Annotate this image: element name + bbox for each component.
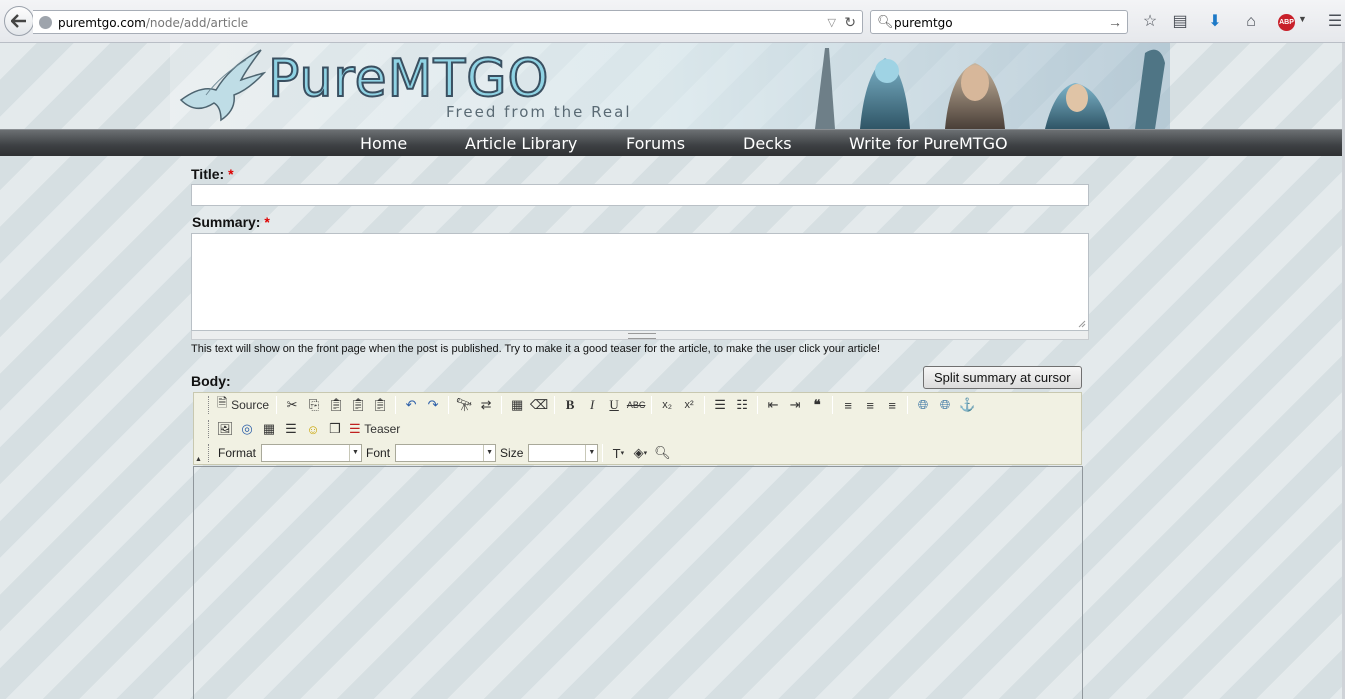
title-label: Title: * <box>191 166 234 182</box>
font-select[interactable]: ▼ <box>395 444 497 462</box>
toolbar-row-2: 🖼︎ ◎ ▦ ☰ ☺ ❒ ☰ Teaser <box>208 418 403 440</box>
size-select[interactable]: ▼ <box>528 444 599 462</box>
body-label: Body: <box>191 373 231 389</box>
align-left-icon[interactable]: ≡ <box>837 395 859 415</box>
url-history-dropdown-icon[interactable]: ▽ <box>828 16 836 29</box>
pegasus-logo-icon <box>179 49 266 122</box>
bookmark-star-icon[interactable]: ☆ <box>1139 11 1161 33</box>
search-go-icon[interactable]: → <box>1108 14 1122 30</box>
align-center-icon[interactable]: ≡ <box>859 395 881 415</box>
horizontal-rule-icon[interactable]: ☰ <box>280 419 302 439</box>
nav-item-forums[interactable]: Forums <box>626 134 685 153</box>
teaser-button[interactable]: ☰ Teaser <box>346 419 403 439</box>
resize-grip-icon[interactable] <box>1078 320 1086 328</box>
bold-button[interactable]: B <box>559 395 581 415</box>
font-label: Font <box>366 446 391 460</box>
reload-icon[interactable]: ↻ <box>844 14 856 31</box>
source-button[interactable]: 🗎 Source <box>214 395 272 415</box>
adblock-icon[interactable]: ABP <box>1278 14 1295 31</box>
chevron-down-icon: ▼ <box>483 445 495 461</box>
summary-help-text: This text will show on the front page wh… <box>191 343 881 355</box>
site-logo-text[interactable]: PureMTGO <box>267 48 549 110</box>
globe-icon <box>39 16 52 29</box>
search-bar[interactable]: 🔍︎ puremtgo → <box>870 10 1128 34</box>
replace-icon[interactable]: ⇄ <box>475 395 497 415</box>
back-arrow-icon <box>11 14 26 28</box>
toolbar-row-1: 🗎 Source ✂ ⎘ 📋︎ 📋︎ 📋︎ ↶ ↷ 🔭︎ ⇄ ▦ ⌫ B I U… <box>208 394 978 416</box>
italic-button[interactable]: I <box>581 395 603 415</box>
blockquote-icon[interactable]: ❝ <box>806 395 828 415</box>
source-icon: 🗎 <box>217 395 232 410</box>
bulleted-list-icon[interactable]: ☷ <box>731 395 753 415</box>
nav-item-write-for-puremtgo[interactable]: Write for PureMTGO <box>849 134 1008 153</box>
text-color-icon[interactable]: T ▾ <box>607 443 629 463</box>
search-input[interactable]: puremtgo <box>894 16 953 30</box>
paste-icon[interactable]: 📋︎ <box>325 395 347 415</box>
special-char-icon[interactable]: ❒ <box>324 419 346 439</box>
reading-list-icon[interactable]: ▤ <box>1169 11 1191 33</box>
chevron-down-icon: ▼ <box>585 445 597 461</box>
anchor-icon[interactable]: ⚓ <box>956 395 978 415</box>
link-icon[interactable]: 🌐︎ <box>912 395 934 415</box>
address-bar[interactable]: puremtgo.com/node/add/article ▽ ↻ <box>33 10 863 34</box>
copy-icon[interactable]: ⎘ <box>303 395 325 415</box>
summary-textarea[interactable] <box>191 233 1089 331</box>
required-mark: * <box>264 214 270 230</box>
redo-icon[interactable]: ↷ <box>422 395 444 415</box>
align-right-icon[interactable]: ≡ <box>881 395 903 415</box>
preview-icon[interactable]: 🔍︎ <box>651 443 673 463</box>
title-input[interactable] <box>191 184 1089 206</box>
adblock-dropdown-icon[interactable]: ▼ <box>1298 14 1307 24</box>
summary-label: Summary: * <box>192 214 270 230</box>
underline-button[interactable]: U <box>603 395 625 415</box>
outdent-icon[interactable]: ⇤ <box>762 395 784 415</box>
select-all-icon[interactable]: ▦ <box>506 395 528 415</box>
site-banner: PureMTGO Freed from the Real <box>0 43 1342 129</box>
strikethrough-button[interactable]: ABC <box>625 395 647 415</box>
size-label: Size <box>500 446 524 460</box>
numbered-list-icon[interactable]: ☰ <box>709 395 731 415</box>
editor-toolbar: 🗎 Source ✂ ⎘ 📋︎ 📋︎ 📋︎ ↶ ↷ 🔭︎ ⇄ ▦ ⌫ B I U… <box>193 392 1082 465</box>
chevron-down-icon: ▼ <box>349 445 361 461</box>
flash-icon[interactable]: ◎ <box>236 419 258 439</box>
teaser-icon: ☰ <box>349 421 365 436</box>
paste-word-icon[interactable]: 📋︎ <box>369 395 391 415</box>
url-text: puremtgo.com/node/add/article <box>58 16 249 30</box>
indent-icon[interactable]: ⇥ <box>784 395 806 415</box>
background-color-icon[interactable]: ◈ ▾ <box>629 443 651 463</box>
nav-item-decks[interactable]: Decks <box>743 134 792 153</box>
smiley-icon[interactable]: ☺ <box>302 419 324 439</box>
find-icon[interactable]: 🔭︎ <box>453 395 475 415</box>
body-editor-area[interactable] <box>193 466 1083 699</box>
format-label: Format <box>218 446 257 460</box>
summary-resize-handle[interactable] <box>191 331 1089 340</box>
split-summary-button[interactable]: Split summary at cursor <box>923 366 1082 389</box>
site-tagline: Freed from the Real <box>446 103 632 121</box>
remove-format-icon[interactable]: ⌫ <box>528 395 550 415</box>
format-select[interactable]: ▼ <box>261 444 363 462</box>
downloads-icon[interactable]: ⬇ <box>1204 11 1226 33</box>
superscript-button[interactable]: x² <box>678 395 700 415</box>
toolbar-row-3: Format ▼ Font ▼ Size ▼ T ▾ ◈ ▾ 🔍︎ <box>208 442 673 464</box>
home-icon[interactable]: ⌂ <box>1240 11 1262 33</box>
paste-text-icon[interactable]: 📋︎ <box>347 395 369 415</box>
collapse-toolbar-icon[interactable]: ▲ <box>195 456 202 463</box>
cut-icon[interactable]: ✂ <box>281 395 303 415</box>
required-mark: * <box>228 166 234 182</box>
search-icon: 🔍︎ <box>877 14 894 29</box>
unlink-icon[interactable]: 🌐︎ <box>934 395 956 415</box>
undo-icon[interactable]: ↶ <box>400 395 422 415</box>
back-button[interactable] <box>4 6 34 36</box>
menu-icon[interactable]: ☰ <box>1324 11 1345 33</box>
nav-item-home[interactable]: Home <box>360 134 407 153</box>
subscript-button[interactable]: x₂ <box>656 395 678 415</box>
image-icon[interactable]: 🖼︎ <box>214 419 236 439</box>
main-nav: Home Article Library Forums Decks Write … <box>0 129 1342 156</box>
banner-artwork <box>815 48 1165 129</box>
table-icon[interactable]: ▦ <box>258 419 280 439</box>
page: PureMTGO Freed from the Real Home Articl… <box>0 43 1342 699</box>
browser-toolbar: puremtgo.com/node/add/article ▽ ↻ 🔍︎ pur… <box>0 0 1345 43</box>
nav-item-article-library[interactable]: Article Library <box>465 134 577 153</box>
